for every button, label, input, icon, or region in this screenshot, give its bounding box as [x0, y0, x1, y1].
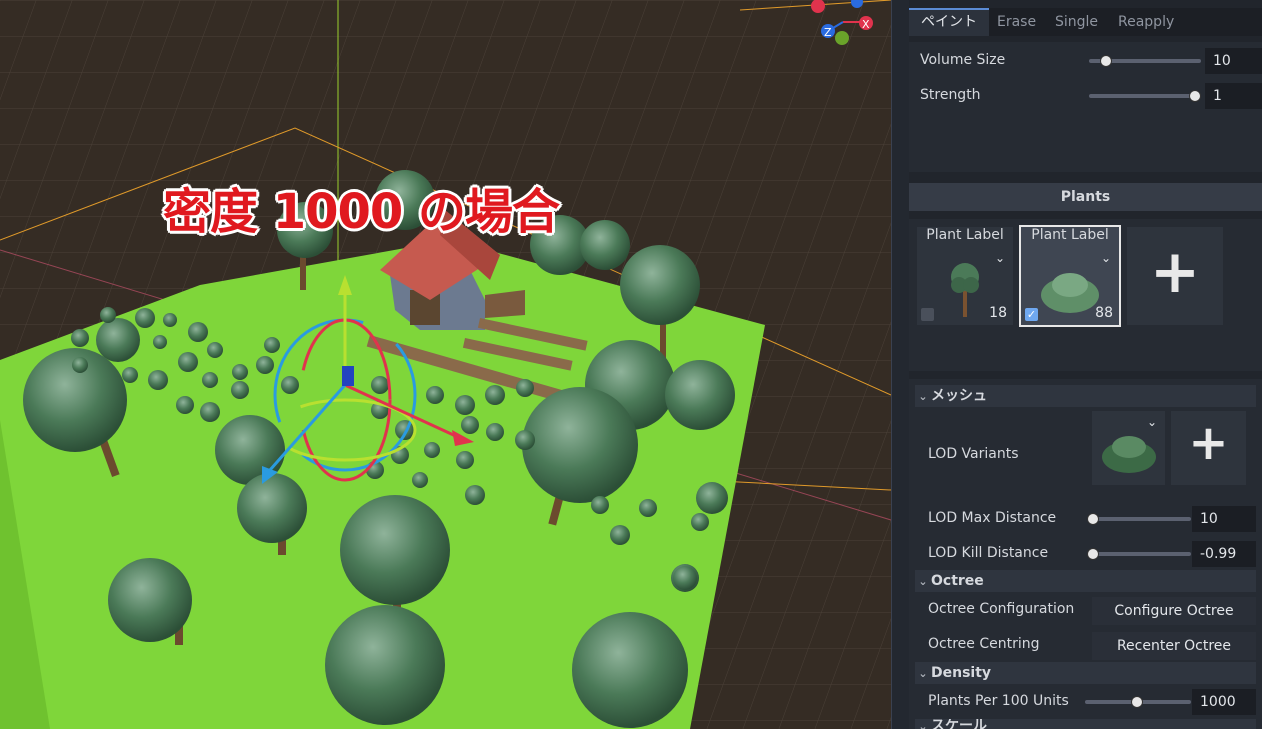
brush-settings: Volume Size 10 Strength 1: [909, 42, 1262, 172]
svg-text:Z: Z: [824, 26, 832, 39]
density-group-header[interactable]: ⌄ Density: [915, 662, 1256, 684]
chevron-down-icon[interactable]: ⌄: [1101, 251, 1111, 265]
volume-size-knob[interactable]: [1100, 55, 1112, 67]
volume-size-label: Volume Size: [920, 52, 1006, 68]
density-group-label: Density: [931, 665, 992, 681]
plant-card[interactable]: Plant Label ⌄ 18: [917, 227, 1013, 325]
strength-label: Strength: [920, 87, 981, 103]
plant-label: Plant Label: [926, 227, 1004, 243]
gizmo-x-label: X: [862, 18, 870, 31]
lod-kill-distance-knob[interactable]: [1087, 548, 1099, 560]
mesh-group-label: メッシュ: [931, 388, 987, 404]
tab-reapply[interactable]: Reapply: [1106, 8, 1186, 36]
octree-group-header[interactable]: ⌄ Octree: [915, 570, 1256, 592]
plants-per-100-units-knob[interactable]: [1131, 696, 1143, 708]
chevron-down-icon: ⌄: [918, 575, 928, 588]
plant-settings: ⌄ メッシュ LOD Variants ⌄ + LOD Max Distance …: [909, 379, 1262, 729]
lod-max-distance-value[interactable]: 10: [1192, 506, 1256, 532]
plants-per-100-units-label: Plants Per 100 Units: [928, 693, 1069, 709]
configure-octree-button[interactable]: Configure Octree: [1092, 597, 1256, 625]
strength-value[interactable]: 1: [1205, 83, 1262, 109]
strength-knob[interactable]: [1189, 90, 1201, 102]
add-lod-variant-button[interactable]: +: [1171, 411, 1246, 485]
lod-max-distance-label: LOD Max Distance: [928, 510, 1057, 526]
tab-erase[interactable]: Erase: [985, 8, 1048, 36]
chevron-down-icon: ⌄: [918, 720, 928, 729]
chevron-down-icon: ⌄: [918, 667, 928, 680]
octree-configuration-label: Octree Configuration: [928, 601, 1075, 617]
octree-centring-label: Octree Centring: [928, 636, 1040, 652]
plant-card[interactable]: Plant Label ⌄ ✓ 88: [1019, 225, 1121, 327]
density-caption: 密度 1000 の場合: [163, 184, 560, 240]
plus-icon: +: [1149, 237, 1201, 307]
plants-per-100-units-slider[interactable]: [1085, 696, 1191, 708]
dock-splitter[interactable]: [891, 0, 910, 729]
scale-group-header[interactable]: ⌄ スケール: [915, 719, 1256, 729]
3d-viewport[interactable]: X Z 密度 1000 の場合: [0, 0, 891, 729]
octree-group-label: Octree: [931, 573, 984, 589]
tree-icon: [951, 263, 979, 317]
scene-canvas[interactable]: X Z: [0, 0, 891, 729]
chevron-down-icon: ⌄: [918, 390, 928, 403]
plant-count: 18: [989, 305, 1007, 321]
plants-per-100-units-value[interactable]: 1000: [1192, 689, 1256, 715]
plant-checkbox-checked[interactable]: ✓: [1025, 308, 1038, 321]
bush-icon: [1102, 436, 1156, 473]
lod-kill-distance-label: LOD Kill Distance: [928, 545, 1049, 561]
plant-label: Plant Label: [1031, 227, 1109, 243]
strength-slider[interactable]: [1089, 90, 1201, 102]
plants-list: Plant Label ⌄ 18 Plant Label ⌄ ✓ 88 +: [909, 219, 1262, 371]
recenter-octree-button[interactable]: Recenter Octree: [1092, 632, 1256, 660]
brush-mode-tabs: ペイント Erase Single Reapply: [909, 8, 1262, 36]
tab-single[interactable]: Single: [1043, 8, 1110, 36]
lod-max-distance-slider[interactable]: [1087, 513, 1191, 525]
tab-paint[interactable]: ペイント: [909, 8, 989, 36]
scale-group-label: スケール: [931, 719, 987, 729]
plants-header: Plants: [909, 183, 1262, 211]
plus-icon: +: [1188, 415, 1229, 471]
volume-size-slider[interactable]: [1089, 55, 1201, 67]
inspector-panel: ペイント Erase Single Reapply Volume Size 10…: [909, 0, 1262, 729]
add-plant-button[interactable]: +: [1127, 227, 1223, 325]
lod-kill-distance-slider[interactable]: [1087, 548, 1191, 560]
bush-icon: [1041, 273, 1099, 313]
volume-size-value[interactable]: 10: [1205, 48, 1262, 74]
lod-variant-slot[interactable]: ⌄: [1092, 411, 1165, 485]
lod-variants-label: LOD Variants: [928, 446, 1019, 462]
lod-kill-distance-value[interactable]: -0.99: [1192, 541, 1256, 567]
plant-checkbox[interactable]: [921, 308, 934, 321]
chevron-down-icon[interactable]: ⌄: [1147, 415, 1157, 429]
mesh-group-header[interactable]: ⌄ メッシュ: [915, 385, 1256, 407]
lod-max-distance-knob[interactable]: [1087, 513, 1099, 525]
chevron-down-icon[interactable]: ⌄: [995, 251, 1005, 265]
plant-count: 88: [1095, 305, 1113, 321]
